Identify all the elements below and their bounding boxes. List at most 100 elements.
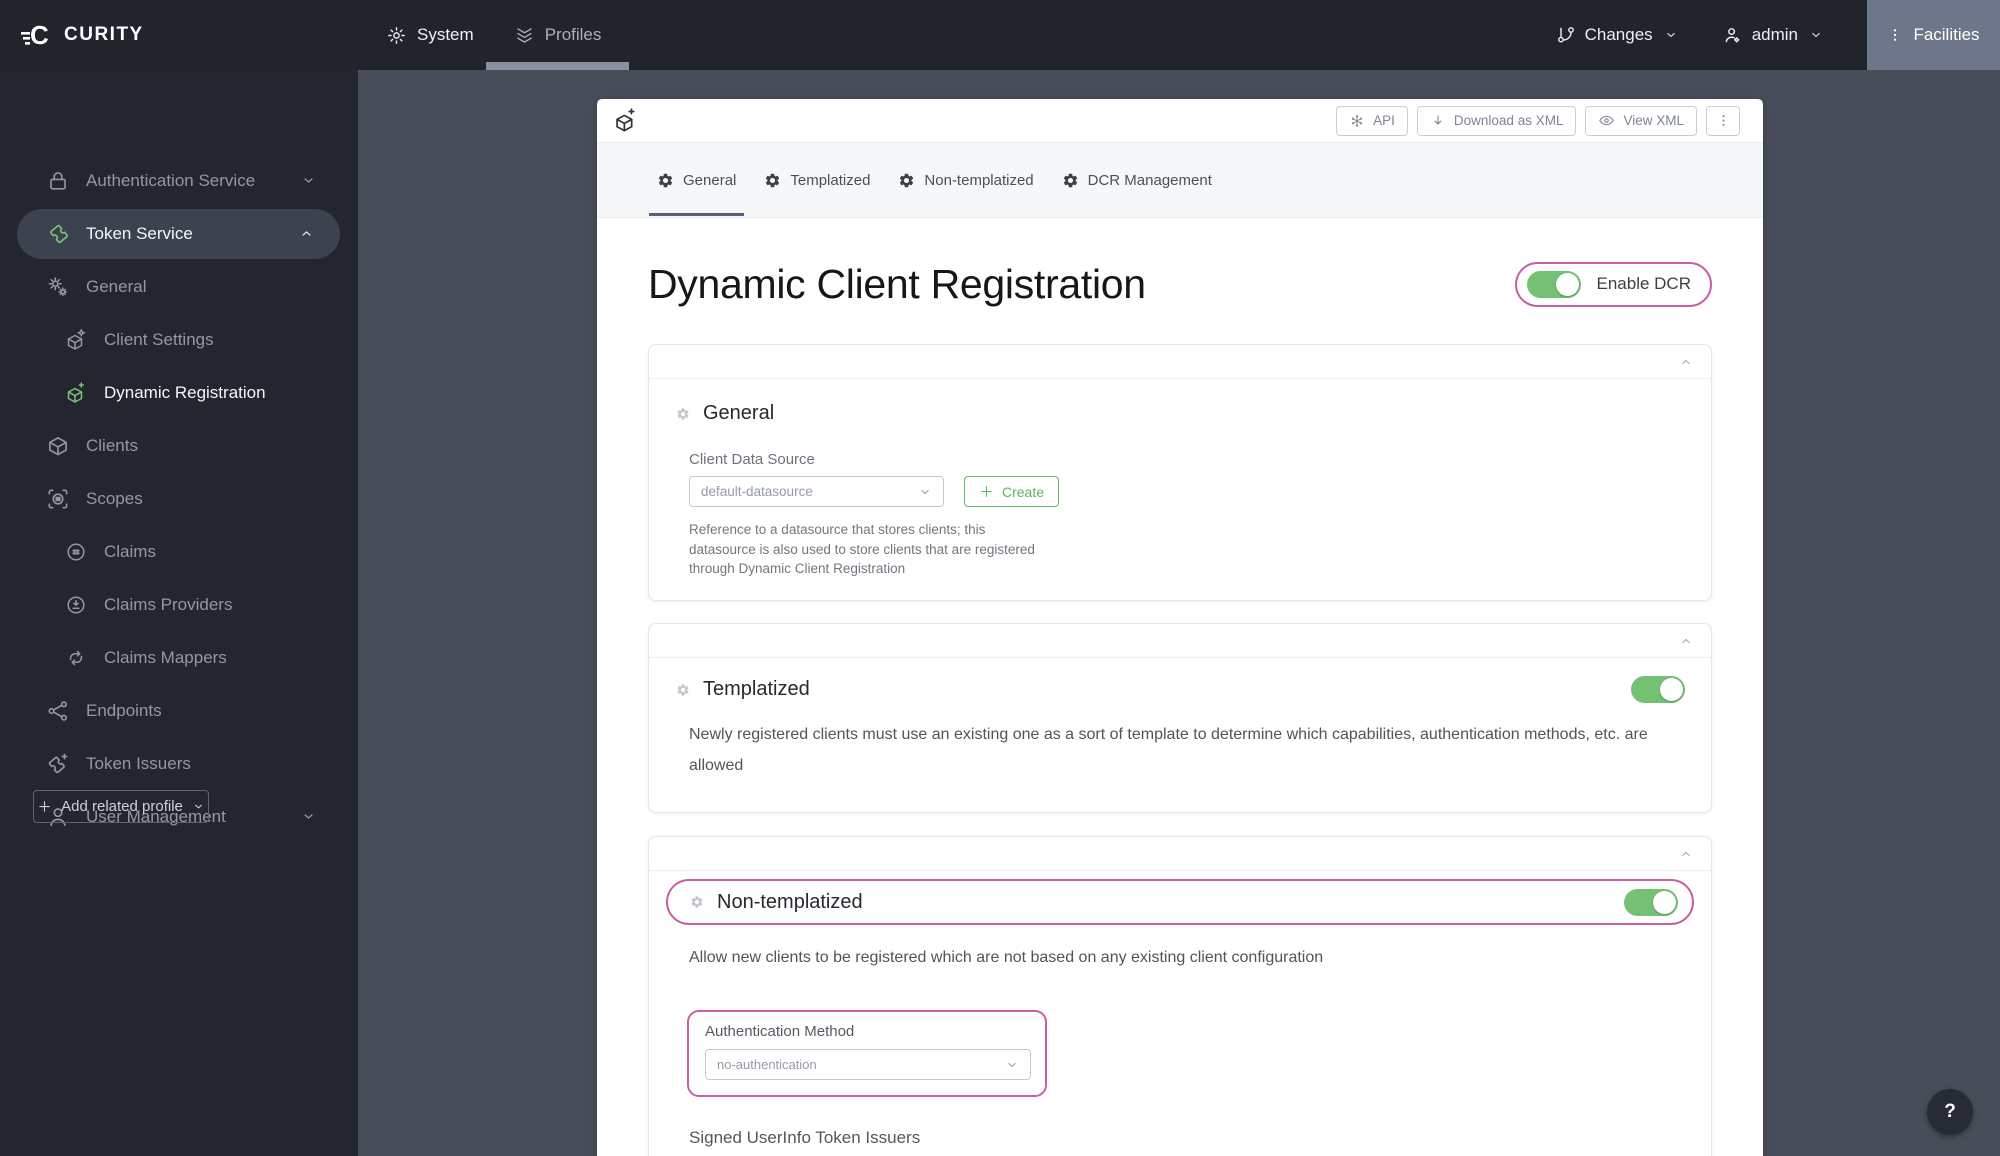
non-templatized-heading: Non-templatized [717,890,863,913]
client-data-source-row: default-datasource Create [689,476,1711,507]
templatized-toggle[interactable] [1631,676,1685,703]
chevron-down-icon [1666,32,1675,38]
sidebar-item-token-issuers[interactable]: Token Issuers [0,737,358,790]
templatized-panel-collapse[interactable] [649,624,1711,658]
sidebar-item-clients[interactable]: Clients [0,419,358,472]
sidebar-item-claims-mappers[interactable]: Claims Mappers [0,631,358,684]
templatized-description: Newly registered clients must use an exi… [689,726,1648,774]
endpoints-share-icon [44,698,72,724]
client-data-source-label: Client Data Source [689,451,815,468]
facilities-button[interactable]: Facilities [1867,0,2000,70]
enable-dcr-control[interactable]: Enable DCR [1514,261,1712,307]
sidebar-item-endpoints[interactable]: Endpoints [0,684,358,737]
tab-non-templatized[interactable]: Non-templatized [896,143,1035,218]
help-button-label: ? [1944,1101,1956,1122]
tab-label: General [683,171,737,189]
gear-icon [900,173,914,187]
enable-dcr-toggle[interactable] [1526,270,1581,298]
changes-label: Changes [1584,25,1653,44]
non-templatized-toggle[interactable] [1624,888,1678,916]
chevron-down-icon [301,809,316,824]
general-panel: General Client Data Source default-datas… [648,344,1712,601]
eye-icon [1599,115,1615,126]
create-datasource-button[interactable]: Create [964,476,1060,507]
nav-profiles[interactable]: Profiles [485,0,630,70]
nav-profiles-label: Profiles [544,25,602,44]
profiles-layers-icon [516,27,532,43]
sidebar-item-scopes[interactable]: Scopes [0,472,358,525]
help-button[interactable]: ? [1927,1089,1973,1135]
dynamic-registration-box-plus-icon [616,108,635,132]
sidebar-item-general[interactable]: General [0,260,358,313]
sidebar-item-claims[interactable]: Claims [0,525,358,578]
box-gear-icon [62,328,90,352]
tab-templatized[interactable]: Templatized [762,143,872,218]
toggle-knob [1660,678,1683,701]
download-xml-button[interactable]: Download as XML [1416,105,1577,136]
admin-user-icon [1725,27,1740,43]
sidebar-item-authentication-service[interactable]: Authentication Service [0,154,358,207]
svg-text:C: C [30,20,49,50]
authentication-method-group: Authentication Method no-authentication [687,1010,1047,1097]
view-xml-button[interactable]: View XML [1585,105,1697,136]
sidebar-item-label: Scopes [86,488,143,508]
add-related-profile-button[interactable]: Add related profile [33,790,209,823]
templatized-panel-heading: Templatized [676,678,810,701]
curity-logo[interactable]: C CURITY [20,20,144,50]
claims-icon [62,540,90,564]
tab-label: Templatized [790,171,871,189]
content-card: API Download as XML View XML General Tem… [597,99,1763,1156]
api-hub-icon [1351,114,1363,127]
tab-general[interactable]: General [649,143,745,218]
changes-branch-icon [1557,27,1574,43]
system-gear-icon [388,26,405,44]
view-xml-label: View XML [1623,113,1684,128]
app-root: C CURITY System Profiles Changes admin F… [0,0,2000,1156]
download-xml-label: Download as XML [1453,113,1564,128]
sidebar-item-token-service[interactable]: Token Service [17,208,340,259]
sidebar-item-label: General [86,276,147,296]
tabstrip: General Templatized Non-templatized DCR … [597,143,1763,218]
tab-dcr-management[interactable]: DCR Management [1060,143,1214,218]
sidebar-item-label: Endpoints [86,700,162,720]
scopes-scan-icon [44,486,72,512]
sidebar-item-claims-providers[interactable]: Claims Providers [0,578,358,631]
sidebar-item-client-settings[interactable]: Client Settings [0,313,358,366]
signed-userinfo-label: Signed UserInfo Token Issuers [689,1128,921,1147]
api-button[interactable]: API [1336,105,1408,136]
chevron-down-icon [1812,32,1820,38]
general-panel-collapse[interactable] [649,345,1711,379]
gear-icon [1063,173,1077,187]
claims-mappers-icon [62,646,90,670]
gears-icon [44,274,72,300]
kebab-menu-icon [1894,29,1897,41]
card-body: Dynamic Client Registration Enable DCR G… [597,251,1763,1156]
ticket-plus-icon [44,751,72,777]
chevron-up-icon [299,226,314,241]
non-templatized-description: Allow new clients to be registered which… [689,949,1324,966]
toggle-knob [1555,272,1579,296]
nav-system[interactable]: System [386,0,474,70]
changes-menu[interactable]: Changes [1556,25,1678,45]
title-row: Dynamic Client Registration Enable DCR [648,251,1712,317]
facilities-label: Facilities [1913,25,1980,44]
active-nav-underline [485,62,630,70]
templatized-panel: Templatized Newly registered clients mus… [648,623,1712,813]
enable-dcr-label: Enable DCR [1596,274,1692,293]
sidebar-item-dynamic-registration[interactable]: Dynamic Registration [0,366,358,419]
box-icon [44,433,72,459]
plus-icon [981,486,992,497]
authentication-method-select[interactable]: no-authentication [705,1049,1031,1080]
sidebar-item-label: Claims Providers [104,594,233,614]
tab-label: Non-templatized [924,171,1034,189]
client-data-source-select[interactable]: default-datasource [689,476,944,507]
nav-system-label: System [417,25,474,44]
ticket-icon [45,221,73,247]
sidebar-item-label: Clients [86,435,138,455]
non-templatized-panel-collapse[interactable] [649,837,1711,871]
general-heading: General [703,402,775,424]
chevron-down-icon [194,804,202,809]
sidebar-item-label: Claims [104,541,156,561]
more-options-button[interactable] [1706,105,1740,136]
user-menu[interactable]: admin [1722,25,1823,46]
